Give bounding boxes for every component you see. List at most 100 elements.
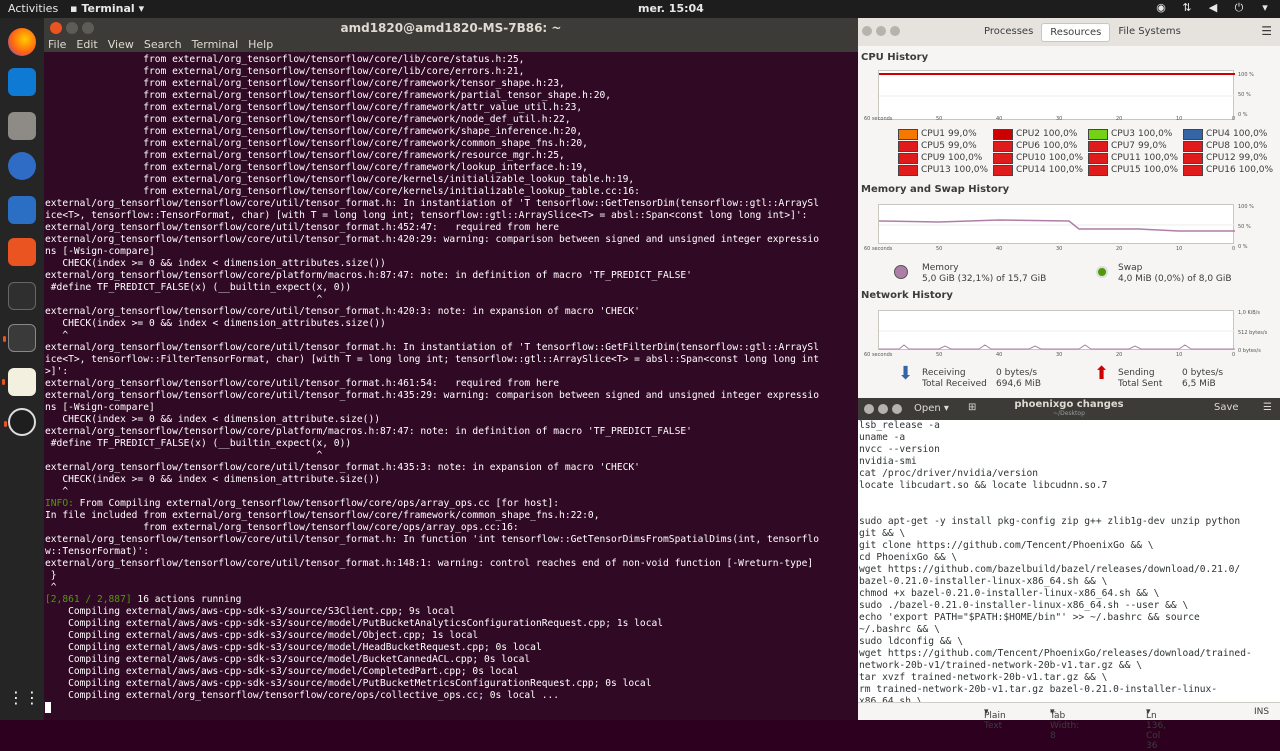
cpu-color-swatch[interactable] <box>993 128 1013 140</box>
cpu-legend-item[interactable]: CPU7 99,0% <box>1088 140 1183 152</box>
cpu-value: 100,0% <box>948 153 983 163</box>
cpu-legend-item[interactable]: CPU6 100,0% <box>993 140 1088 152</box>
x-axis-tick: 0 <box>1232 352 1236 358</box>
y-axis-tick: 0 bytes/s <box>1238 348 1261 354</box>
info-text: From Compiling external/org_tensorflow/t… <box>73 498 560 509</box>
menu-view[interactable]: View <box>108 38 134 52</box>
chevron-down-icon[interactable]: ▾ <box>1258 1 1272 15</box>
terminal-icon[interactable] <box>3 324 36 352</box>
cpu-color-swatch[interactable] <box>993 164 1013 176</box>
cpu-color-swatch[interactable] <box>898 164 918 176</box>
x-axis-tick: 30 <box>1056 352 1063 358</box>
terminal-output[interactable]: from external/org_tensorflow/tensorflow/… <box>44 54 858 720</box>
editor-line: cat /proc/driver/nvidia/version <box>859 468 1039 479</box>
cpu-color-swatch[interactable] <box>1088 128 1108 140</box>
insert-mode[interactable]: INS <box>1254 707 1269 717</box>
cpu-color-swatch[interactable] <box>898 152 918 164</box>
terminal-titlebar[interactable]: amd1820@amd1820-MS-7B86: ~ <box>44 18 858 38</box>
language-selector[interactable]: Plain Text ▾ <box>984 707 1006 731</box>
app-menu[interactable]: ▪ Terminal ▾ <box>70 2 144 15</box>
system-monitor-icon[interactable] <box>8 282 36 310</box>
cpu-color-swatch[interactable] <box>898 140 918 152</box>
menu-help[interactable]: Help <box>248 38 273 52</box>
cpu-legend-item[interactable]: CPU2 100,0% <box>993 128 1088 140</box>
cpu-color-swatch[interactable] <box>1183 140 1203 152</box>
tab-width-selector[interactable]: Tab Width: 8 ▾ <box>1050 707 1079 741</box>
maximize-icon[interactable] <box>890 26 900 36</box>
cpu-label: CPU9 <box>921 153 946 163</box>
cpu-label: CPU5 <box>921 141 946 151</box>
firefox-icon[interactable] <box>8 28 36 56</box>
swap-label: Swap <box>1118 263 1143 273</box>
cpu-color-swatch[interactable] <box>1183 164 1203 176</box>
x-axis-tick: 30 <box>1056 116 1063 122</box>
activities-button[interactable]: Activities <box>8 2 58 15</box>
vscode-icon[interactable] <box>8 68 36 96</box>
thunderbird-icon[interactable] <box>8 152 36 180</box>
sending-value: 0 bytes/s <box>1182 368 1224 378</box>
cursor-position[interactable]: Ln 136, Col 36 ▾ <box>1146 707 1166 751</box>
network-icon[interactable]: ⇅ <box>1180 1 1194 15</box>
cpu-color-swatch[interactable] <box>1088 152 1108 164</box>
menu-terminal[interactable]: Terminal <box>192 38 239 52</box>
maximize-icon[interactable] <box>82 22 94 34</box>
cpu-color-swatch[interactable] <box>1088 140 1108 152</box>
cpu-legend-item[interactable]: CPU16 100,0% <box>1183 164 1278 176</box>
libreoffice-writer-icon[interactable] <box>8 196 36 224</box>
editor-line: sudo apt-get -y install pkg-config zip g… <box>859 516 1241 527</box>
steam-icon[interactable]: ◉ <box>1154 1 1168 15</box>
terminal-title: amd1820@amd1820-MS-7B86: ~ <box>340 21 562 35</box>
volume-icon[interactable]: ◀ <box>1206 1 1220 15</box>
cpu-color-swatch[interactable] <box>1183 152 1203 164</box>
system-monitor-header[interactable]: Processes Resources File Systems ☰ <box>858 18 1280 46</box>
close-icon[interactable] <box>50 22 62 34</box>
cpu-legend-item[interactable]: CPU1 99,0% <box>898 128 993 140</box>
terminal-line: #define TF_PREDICT_FALSE(x) (__builtin_e… <box>45 282 352 293</box>
hamburger-menu-icon[interactable]: ☰ <box>1261 24 1272 38</box>
menu-edit[interactable]: Edit <box>76 38 97 52</box>
tab-processes[interactable]: Processes <box>976 23 1041 42</box>
cpu-legend-item[interactable]: CPU8 100,0% <box>1183 140 1278 152</box>
close-icon[interactable] <box>862 26 872 36</box>
tab-file-systems[interactable]: File Systems <box>1110 23 1188 42</box>
cpu-legend-item[interactable]: CPU3 100,0% <box>1088 128 1183 140</box>
cpu-color-swatch[interactable] <box>993 140 1013 152</box>
terminal-line: from external/org_tensorflow/tensorflow/… <box>45 174 635 185</box>
cpu-legend-item[interactable]: CPU15 100,0% <box>1088 164 1183 176</box>
menu-search[interactable]: Search <box>144 38 182 52</box>
terminal-line: Compiling external/aws/aws-cpp-sdk-s3/so… <box>45 642 542 653</box>
cpu-color-swatch[interactable] <box>898 128 918 140</box>
system-tray[interactable]: ◉ ⇅ ◀ ⏻ ▾ <box>1154 1 1272 15</box>
terminal-line: from external/org_tensorflow/tensorflow/… <box>45 54 525 65</box>
cpu-legend-item[interactable]: CPU5 99,0% <box>898 140 993 152</box>
clock[interactable]: mer. 15:04 <box>638 2 704 15</box>
cpu-value: 100,0% <box>1233 129 1268 139</box>
cpu-color-swatch[interactable] <box>1183 128 1203 140</box>
menu-file[interactable]: File <box>48 38 66 52</box>
minimize-icon[interactable] <box>66 22 78 34</box>
cpu-color-swatch[interactable] <box>993 152 1013 164</box>
cpu-legend-item[interactable]: CPU12 99,0% <box>1183 152 1278 164</box>
text-editor-header[interactable]: Open ▾ ⊞ phoenixgo changes ~/Desktop Sav… <box>858 398 1280 420</box>
show-apps-icon[interactable]: ⋮⋮⋮ <box>8 684 56 712</box>
power-icon[interactable]: ⏻ <box>1232 1 1246 15</box>
cpu-legend-item[interactable]: CPU4 100,0% <box>1183 128 1278 140</box>
text-editor-icon[interactable] <box>2 368 36 396</box>
editor-text-area[interactable]: lsb_release -a uname -a nvcc --version nvid… <box>858 420 1280 702</box>
minimize-icon[interactable] <box>876 26 886 36</box>
y-axis-tick: 1,0 KiB/s <box>1238 310 1260 316</box>
cpu-legend-item[interactable]: CPU9 100,0% <box>898 152 993 164</box>
cpu-legend-item[interactable]: CPU11 100,0% <box>1088 152 1183 164</box>
tab-resources[interactable]: Resources <box>1041 23 1111 42</box>
cpu-legend-item[interactable]: CPU10 100,0% <box>993 152 1088 164</box>
files-icon[interactable] <box>8 112 36 140</box>
cpu-legend-item[interactable]: CPU13 100,0% <box>898 164 993 176</box>
software-center-icon[interactable] <box>8 238 36 266</box>
cpu-color-swatch[interactable] <box>1088 164 1108 176</box>
obs-icon[interactable] <box>4 408 36 436</box>
editor-line: network-20b-v1/trained-network-20b-v1.ta… <box>859 660 1143 671</box>
cpu-label: CPU14 <box>1016 165 1046 175</box>
hamburger-menu-icon[interactable]: ☰ <box>1263 402 1272 413</box>
cpu-legend-item[interactable]: CPU14 100,0% <box>993 164 1088 176</box>
save-button[interactable]: Save <box>1214 402 1239 413</box>
